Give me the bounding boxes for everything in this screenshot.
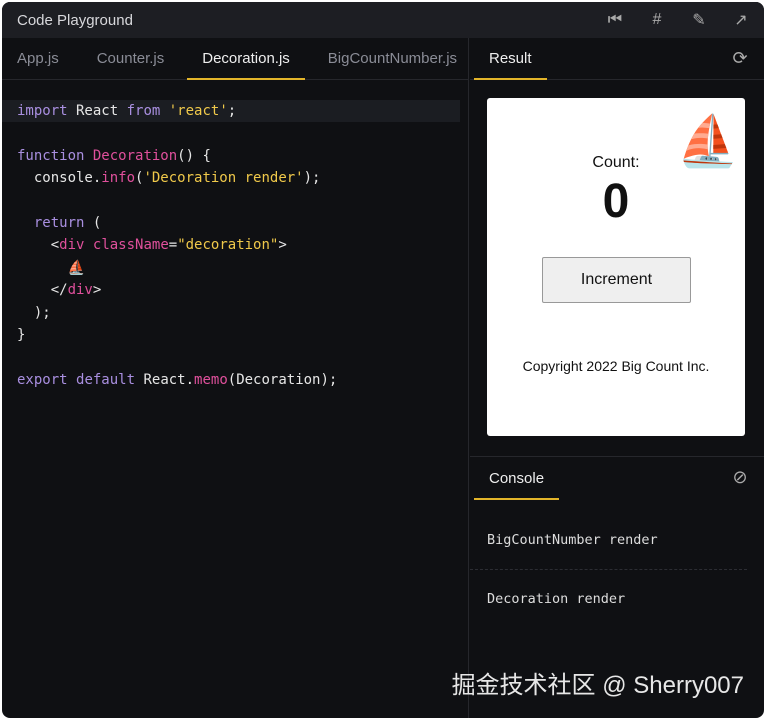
code-token: React bbox=[67, 103, 127, 119]
clear-console-icon[interactable]: ⊘ bbox=[732, 467, 748, 487]
code-token: import bbox=[17, 103, 68, 119]
code-token: info bbox=[101, 170, 136, 187]
code-token: export bbox=[17, 371, 68, 388]
code-line: <div className="decoration"> bbox=[2, 234, 468, 256]
code-line: console.info('Decoration render'); bbox=[2, 167, 468, 189]
code-token: > bbox=[92, 282, 102, 299]
code-token: ; bbox=[227, 103, 237, 119]
code-playground-window: Code Playground ⏮ # ✎ ↗ App.js Counter.js… bbox=[2, 2, 764, 718]
file-tab[interactable]: Decoration.js bbox=[187, 38, 305, 80]
code-token: Decoration bbox=[92, 147, 178, 164]
tab-console[interactable]: Console bbox=[474, 457, 560, 500]
result-pane: Result ⟳ ⛵ Count: 0 Increment Copyright … bbox=[470, 38, 764, 718]
code-token: > bbox=[278, 237, 287, 254]
code-token: ( bbox=[84, 214, 102, 231]
copyright-text: Copyright 2022 Big Count Inc. bbox=[522, 358, 710, 374]
code-line: function Decoration() { bbox=[2, 145, 468, 167]
count-value: 0 bbox=[602, 175, 630, 228]
editor-pane: App.js Counter.js Decoration.js BigCountNum… bbox=[2, 38, 469, 718]
result-tabs: Result ⟳ bbox=[470, 38, 764, 80]
count-label: Count: bbox=[592, 154, 640, 171]
code-token: default bbox=[76, 371, 136, 388]
code-line: ); bbox=[2, 302, 468, 324]
code-token: ); bbox=[17, 304, 51, 321]
code-token: (Decoration); bbox=[227, 371, 338, 388]
code-line: } bbox=[2, 324, 468, 346]
code-token: } bbox=[17, 326, 26, 343]
reset-icon[interactable]: ⏮ bbox=[607, 11, 623, 28]
code-token: ); bbox=[303, 170, 321, 187]
code-token: function bbox=[17, 147, 85, 164]
code-token: 'Decoration render' bbox=[143, 170, 304, 187]
console-tabs: Console ⊘ bbox=[470, 457, 764, 500]
code-token: () { bbox=[177, 147, 211, 164]
tab-result[interactable]: Result bbox=[474, 38, 547, 80]
code-token: React. bbox=[135, 371, 195, 388]
code-token: memo bbox=[194, 371, 228, 388]
file-tab[interactable]: App.js bbox=[2, 38, 74, 79]
code-line: export default React.memo(Decoration); bbox=[2, 369, 468, 391]
code-token: "decoration" bbox=[177, 237, 279, 254]
code-token: </ bbox=[17, 282, 68, 299]
format-hash-icon[interactable]: # bbox=[649, 11, 665, 28]
code-editor[interactable]: import React from 'react'; function Decor… bbox=[2, 80, 468, 391]
code-token: 'react' bbox=[168, 103, 228, 119]
title-bar: Code Playground ⏮ # ✎ ↗ bbox=[2, 2, 764, 38]
code-token: className bbox=[92, 237, 169, 254]
increment-button[interactable]: Increment bbox=[542, 257, 691, 303]
code-token: from bbox=[126, 103, 161, 119]
file-tabs: App.js Counter.js Decoration.js BigCountNum… bbox=[2, 38, 468, 80]
file-tab[interactable]: BigCountNumber.js bbox=[313, 38, 472, 79]
code-token: return bbox=[17, 214, 85, 231]
code-token: console. bbox=[17, 170, 102, 187]
console-message: Decoration render bbox=[470, 569, 747, 627]
code-line: import React from 'react'; bbox=[2, 100, 460, 123]
code-token: div bbox=[59, 237, 85, 254]
code-line: </div> bbox=[2, 279, 468, 301]
refresh-icon[interactable]: ⟳ bbox=[732, 48, 748, 68]
code-line: return ( bbox=[2, 212, 468, 234]
code-token: div bbox=[67, 282, 93, 299]
file-tab[interactable]: Counter.js bbox=[82, 38, 180, 79]
window-title: Code Playground bbox=[17, 11, 133, 29]
code-line: ⛵ bbox=[2, 257, 468, 279]
code-token: = bbox=[168, 237, 178, 254]
edit-pencil-icon[interactable]: ✎ bbox=[691, 12, 707, 29]
code-token: < bbox=[17, 237, 60, 254]
watermark: 掘金技术社区 @ Sherry007 bbox=[451, 672, 744, 699]
console-message: BigCountNumber render bbox=[487, 532, 658, 548]
open-external-icon[interactable]: ↗ bbox=[733, 12, 749, 29]
result-preview: ⛵ Count: 0 Increment Copyright 2022 Big … bbox=[487, 98, 745, 436]
code-token: ⛵ bbox=[17, 259, 86, 276]
